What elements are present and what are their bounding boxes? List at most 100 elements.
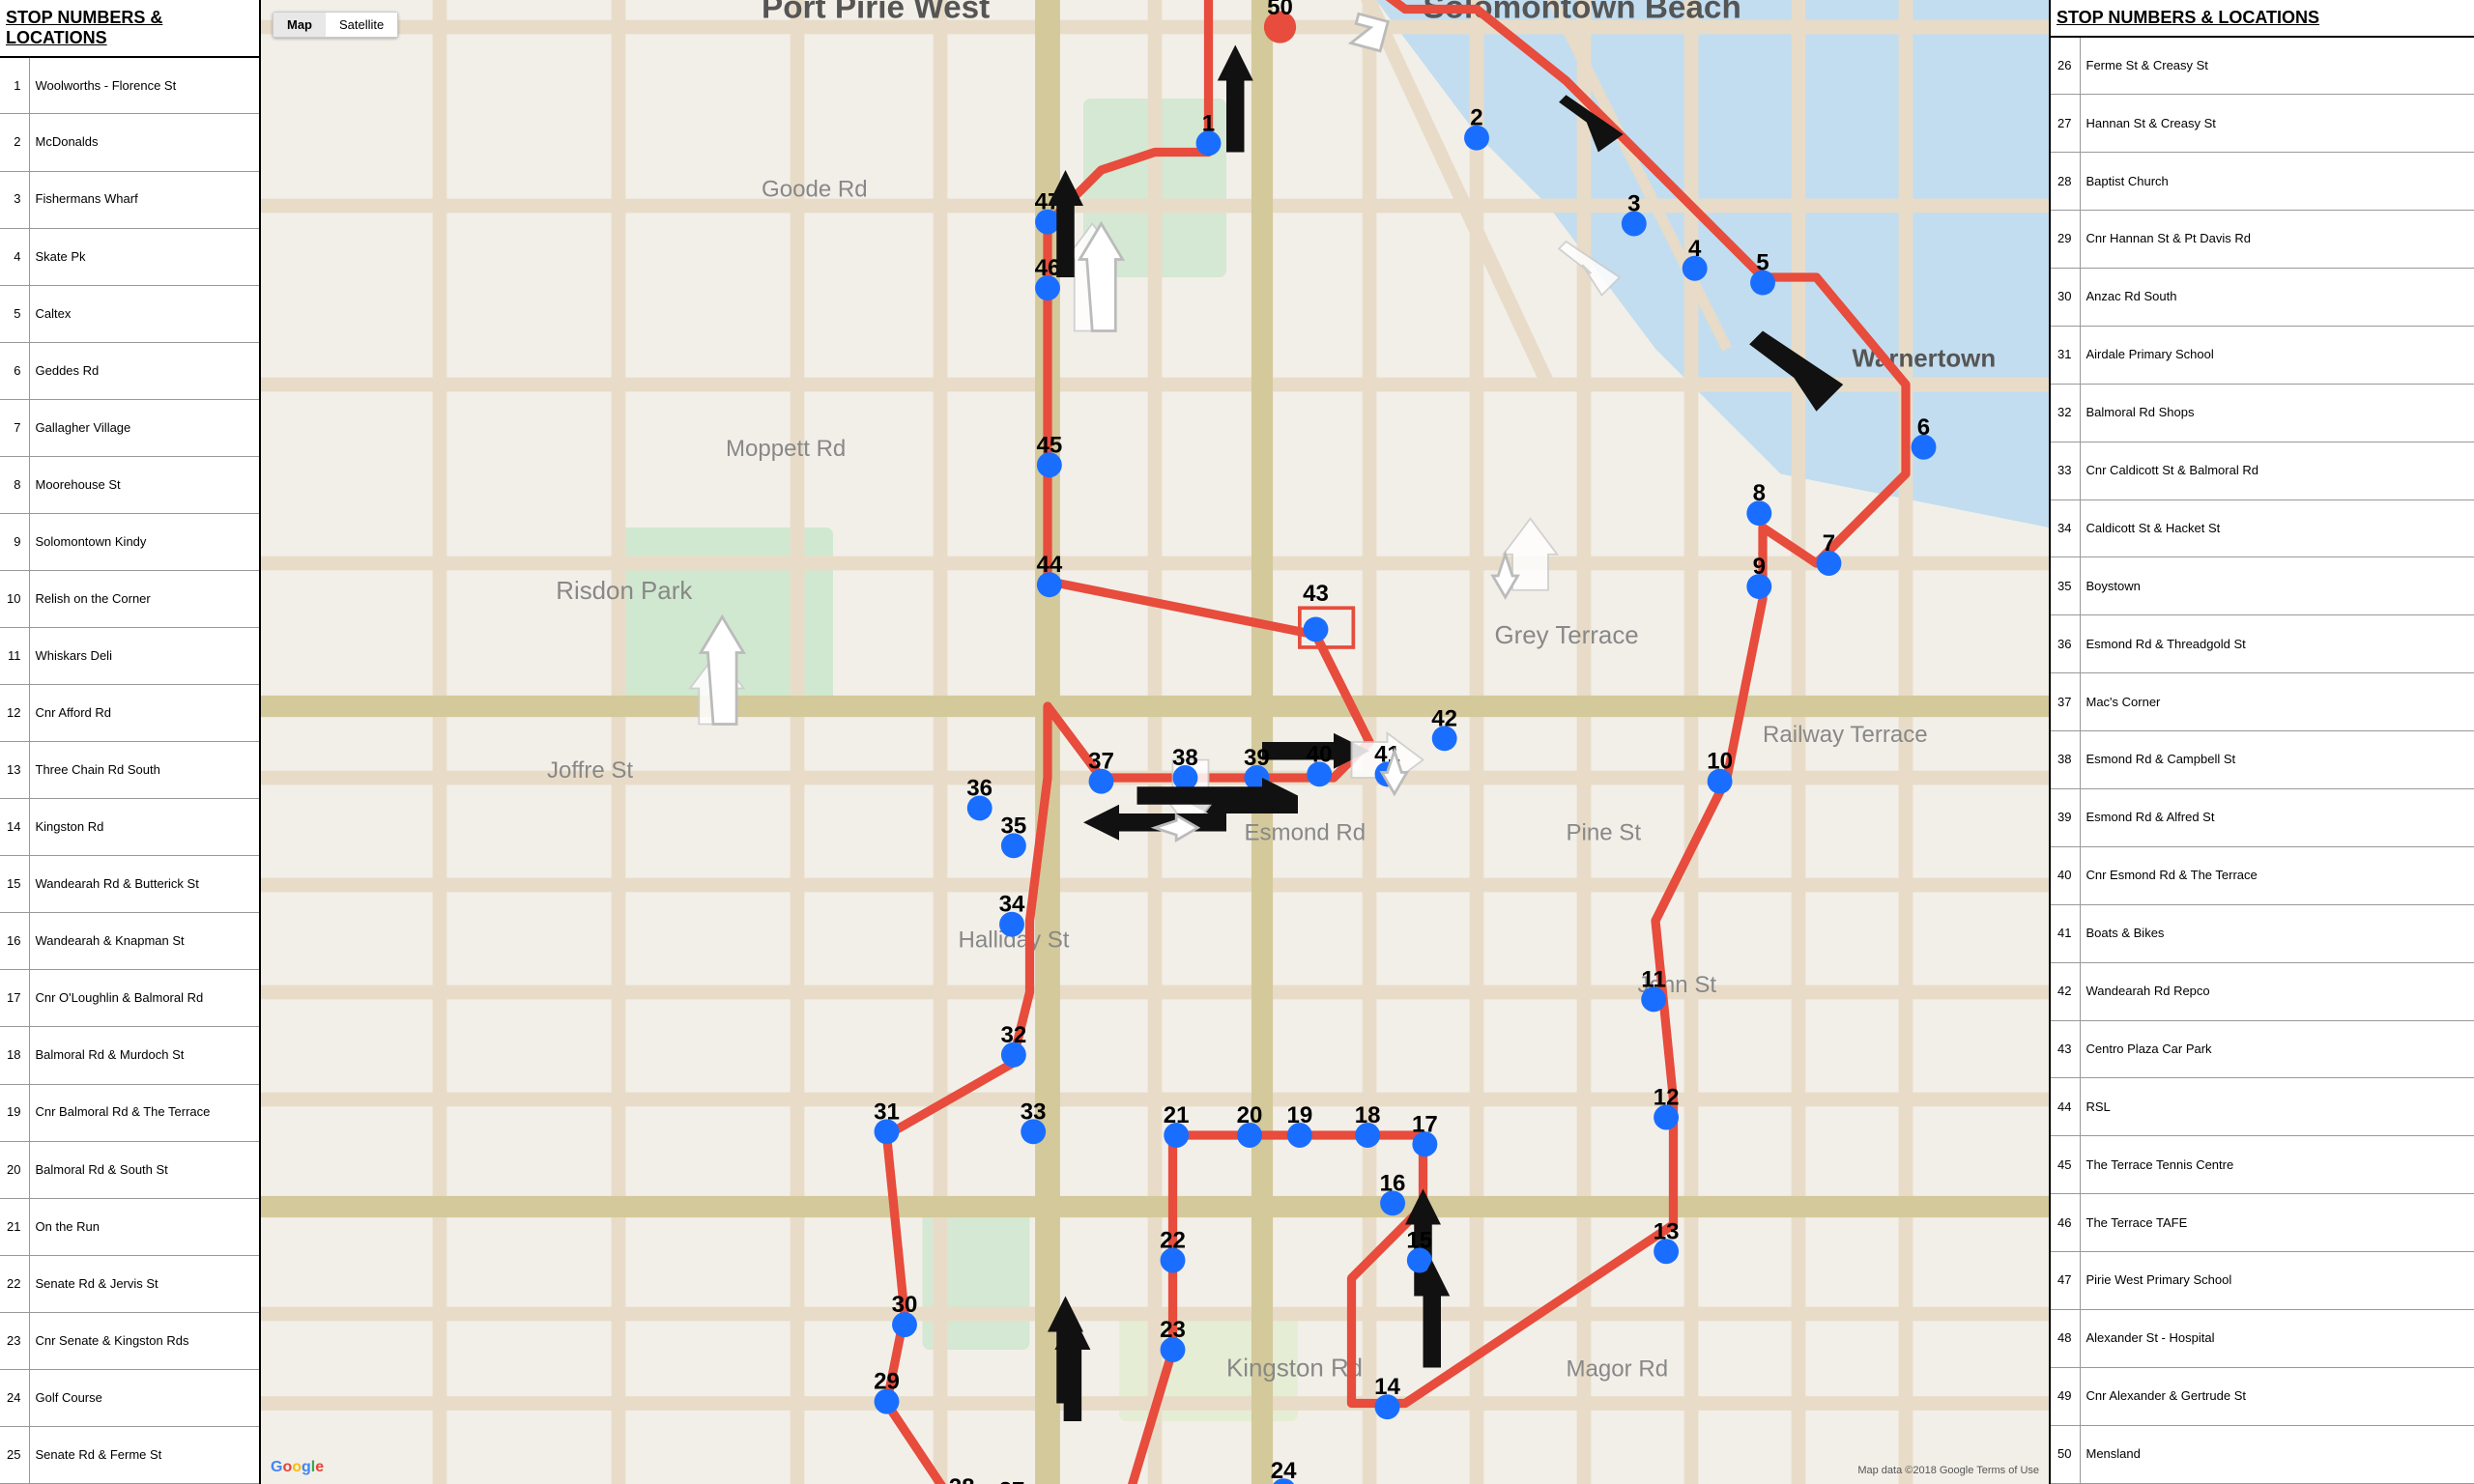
svg-text:8: 8 (1753, 480, 1766, 506)
stop-number: 26 (2051, 38, 2080, 95)
svg-text:43: 43 (1303, 581, 1329, 607)
stop-number: 14 (0, 799, 29, 856)
svg-text:Kingston Rd: Kingston Rd (1226, 1356, 1363, 1383)
left-stop-list: STOP NUMBERS & LOCATIONS 1 Woolworths - … (0, 0, 261, 1484)
stop-number: 5 (0, 285, 29, 342)
svg-text:42: 42 (1431, 705, 1457, 731)
list-item: 1 Woolworths - Florence St (0, 58, 259, 114)
stop-number: 50 (2051, 1425, 2080, 1483)
svg-text:35: 35 (1000, 813, 1026, 839)
stop-name: Golf Course (29, 1369, 259, 1426)
svg-text:6: 6 (1917, 414, 1930, 441)
svg-text:13: 13 (1654, 1218, 1680, 1244)
list-item: 40 Cnr Esmond Rd & The Terrace (2051, 846, 2474, 904)
list-item: 16 Wandearah & Knapman St (0, 913, 259, 970)
list-item: 42 Wandearah Rd Repco (2051, 962, 2474, 1020)
stop-number: 19 (0, 1084, 29, 1141)
svg-text:37: 37 (1088, 749, 1114, 775)
stop-number: 48 (2051, 1310, 2080, 1368)
svg-text:39: 39 (1244, 745, 1270, 771)
stop-name: Cnr Hannan St & Pt Davis Rd (2080, 211, 2474, 269)
stop-number: 10 (0, 570, 29, 627)
stop-number: 29 (2051, 211, 2080, 269)
stop-number: 25 (0, 1426, 29, 1483)
stop-number: 24 (0, 1369, 29, 1426)
list-item: 20 Balmoral Rd & South St (0, 1141, 259, 1198)
stop-number: 33 (2051, 442, 2080, 499)
stop-number: 18 (0, 1027, 29, 1084)
list-item: 48 Alexander St - Hospital (2051, 1310, 2474, 1368)
stop-name: Senate Rd & Jervis St (29, 1255, 259, 1312)
list-item: 43 Centro Plaza Car Park (2051, 1020, 2474, 1078)
list-item: 15 Wandearah Rd & Butterick St (0, 856, 259, 913)
stop-name: Caltex (29, 285, 259, 342)
svg-text:5: 5 (1756, 250, 1769, 276)
stop-name: Hannan St & Creasy St (2080, 95, 2474, 153)
stop-number: 37 (2051, 673, 2080, 731)
stop-number: 28 (2051, 153, 2080, 211)
stop-name: Pirie West Primary School (2080, 1252, 2474, 1310)
stop-number: 12 (0, 685, 29, 742)
stop-number: 4 (0, 228, 29, 285)
right-panel-title: STOP NUMBERS & LOCATIONS (2051, 0, 2474, 38)
satellite-button[interactable]: Satellite (326, 13, 397, 37)
list-item: 3 Fishermans Wharf (0, 171, 259, 228)
stop-number: 17 (0, 970, 29, 1027)
list-item: 38 Esmond Rd & Campbell St (2051, 731, 2474, 789)
svg-text:Risdon Park: Risdon Park (556, 578, 692, 605)
left-stop-table: 1 Woolworths - Florence St 2 McDonalds 3… (0, 58, 259, 1484)
svg-text:50: 50 (1267, 0, 1293, 20)
svg-text:24: 24 (1271, 1458, 1297, 1484)
stop-number: 22 (0, 1255, 29, 1312)
stop-name: Solomontown Kindy (29, 513, 259, 570)
stop-number: 42 (2051, 962, 2080, 1020)
list-item: 44 RSL (2051, 1078, 2474, 1136)
stop-name: McDonalds (29, 114, 259, 171)
svg-text:11: 11 (1641, 966, 1665, 992)
stop-number: 38 (2051, 731, 2080, 789)
stop-name: Wandearah Rd Repco (2080, 962, 2474, 1020)
map-button[interactable]: Map (273, 13, 326, 37)
stop-name: Boystown (2080, 557, 2474, 615)
stop-number: 16 (0, 913, 29, 970)
stop-number: 9 (0, 513, 29, 570)
stop-number: 6 (0, 342, 29, 399)
svg-text:38: 38 (1172, 745, 1198, 771)
list-item: 41 Boats & Bikes (2051, 904, 2474, 962)
list-item: 13 Three Chain Rd South (0, 742, 259, 799)
stop-number: 44 (2051, 1078, 2080, 1136)
right-stop-list: STOP NUMBERS & LOCATIONS 26 Ferme St & C… (2049, 0, 2474, 1484)
list-item: 9 Solomontown Kindy (0, 513, 259, 570)
stop-number: 34 (2051, 499, 2080, 557)
svg-text:Railway Terrace: Railway Terrace (1763, 722, 1928, 748)
stop-number: 49 (2051, 1367, 2080, 1425)
svg-text:28: 28 (949, 1474, 975, 1484)
right-stop-table: 26 Ferme St & Creasy St 27 Hannan St & C… (2051, 38, 2474, 1484)
list-item: 49 Cnr Alexander & Gertrude St (2051, 1367, 2474, 1425)
stop-name: Senate Rd & Ferme St (29, 1426, 259, 1483)
svg-text:7: 7 (1823, 530, 1835, 556)
svg-text:Esmond Rd: Esmond Rd (1245, 820, 1366, 846)
svg-text:10: 10 (1707, 749, 1733, 775)
list-item: 6 Geddes Rd (0, 342, 259, 399)
stop-number: 11 (0, 628, 29, 685)
stop-name: Caldicott St & Hacket St (2080, 499, 2474, 557)
list-item: 32 Balmoral Rd Shops (2051, 384, 2474, 442)
svg-text:14: 14 (1374, 1374, 1400, 1400)
stop-name: Gallagher Village (29, 399, 259, 456)
stop-name: Woolworths - Florence St (29, 58, 259, 114)
stop-name: The Terrace TAFE (2080, 1194, 2474, 1252)
map-satellite-toggle[interactable]: Map Satellite (273, 12, 398, 38)
stop-number: 46 (2051, 1194, 2080, 1252)
list-item: 7 Gallagher Village (0, 399, 259, 456)
stop-name: Cnr Alexander & Gertrude St (2080, 1367, 2474, 1425)
map-data-attribution: Map data ©2018 Google Terms of Use (1857, 1465, 2039, 1476)
svg-text:12: 12 (1654, 1085, 1680, 1111)
list-item: 2 McDonalds (0, 114, 259, 171)
list-item: 25 Senate Rd & Ferme St (0, 1426, 259, 1483)
svg-text:Moppett Rd: Moppett Rd (726, 436, 846, 462)
stop-number: 8 (0, 456, 29, 513)
list-item: 23 Cnr Senate & Kingston Rds (0, 1312, 259, 1369)
stop-number: 41 (2051, 904, 2080, 962)
stop-number: 27 (2051, 95, 2080, 153)
